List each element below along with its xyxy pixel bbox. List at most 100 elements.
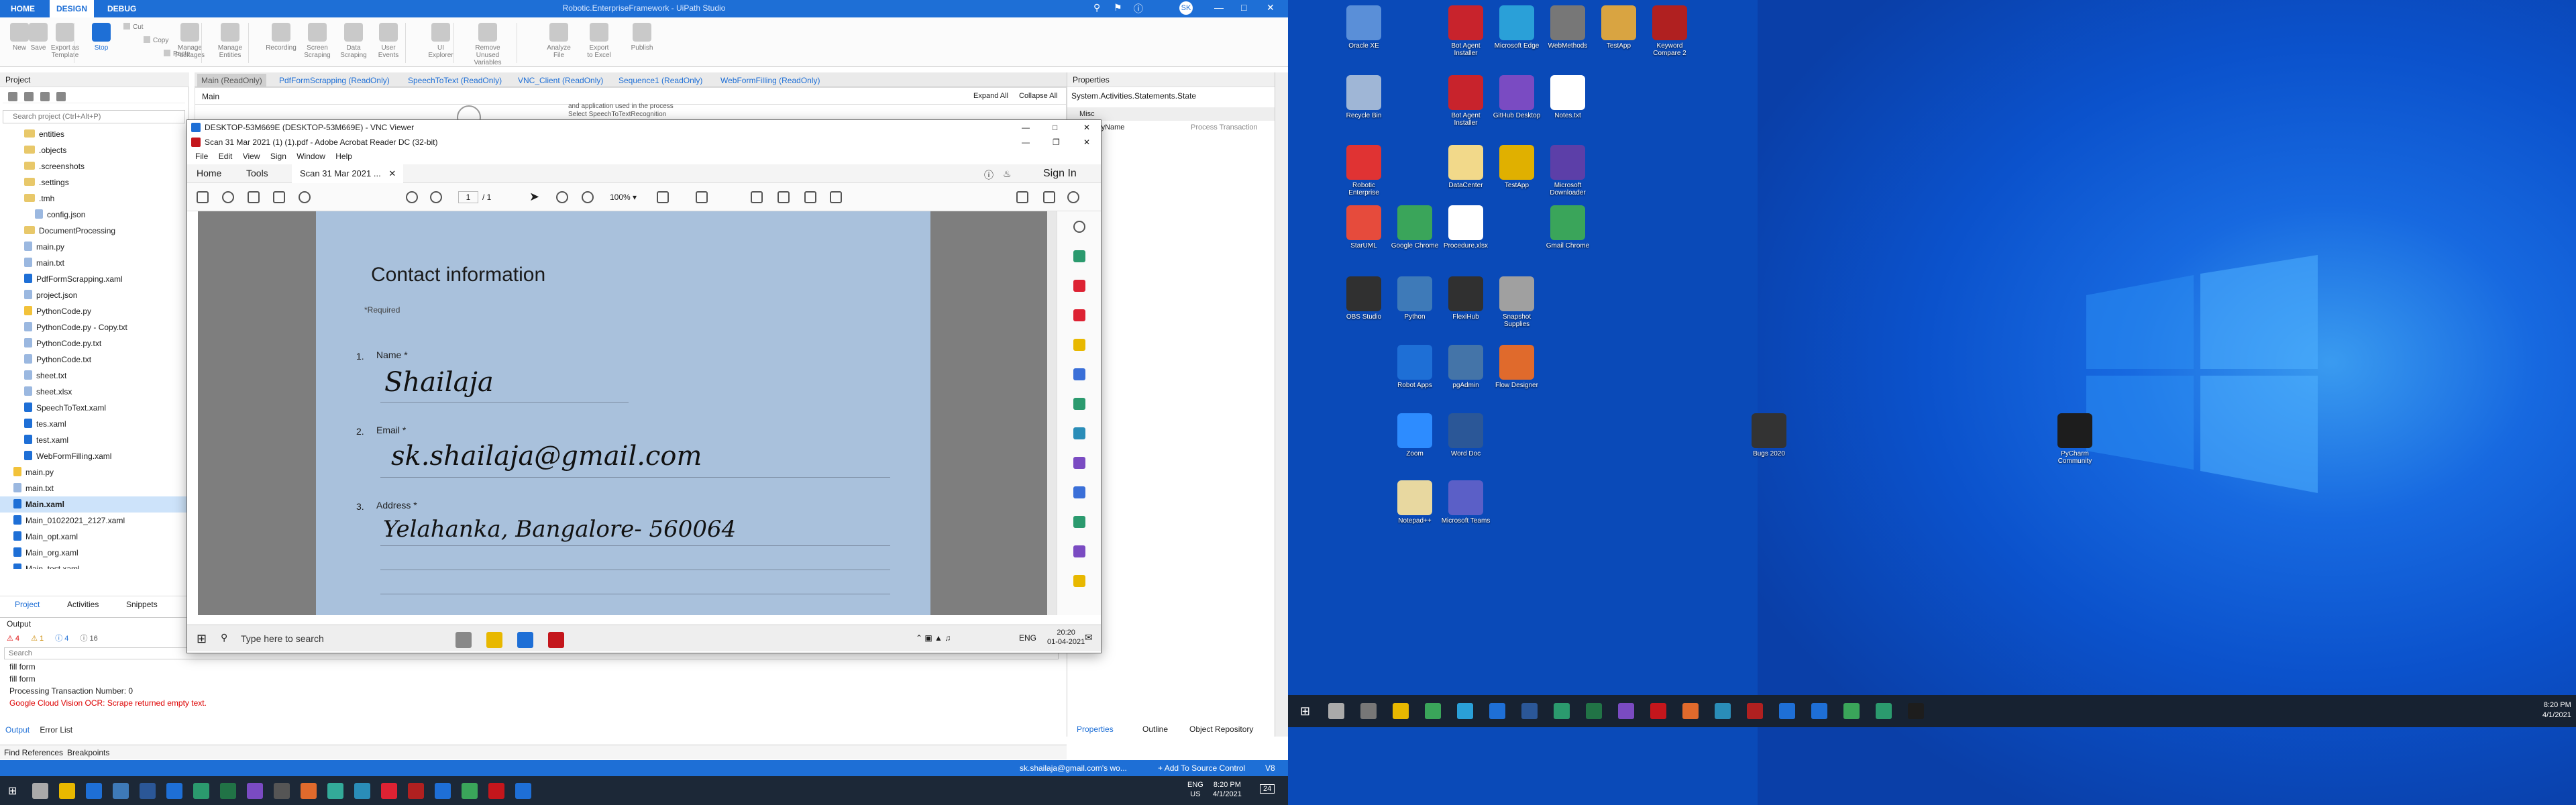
- desktop-icon[interactable]: Notepad++: [1390, 480, 1440, 525]
- export-pdf-icon[interactable]: [1073, 250, 1085, 262]
- ribbon-manage-button[interactable]: Manage Packages: [172, 23, 208, 59]
- taskbar-app-icon[interactable]: [140, 783, 156, 799]
- draw-icon[interactable]: [804, 191, 816, 203]
- desktop-icon[interactable]: Microsoft Teams: [1441, 480, 1491, 525]
- menu-edit[interactable]: Edit: [219, 152, 233, 161]
- ribbon-export-as-button[interactable]: Export as Template: [47, 23, 83, 59]
- comment-icon[interactable]: [751, 191, 763, 203]
- zoom-in-icon[interactable]: [582, 191, 594, 203]
- tab-snippets[interactable]: Snippets: [126, 600, 158, 609]
- vnc-close-button[interactable]: ✕: [1083, 120, 1090, 135]
- taskbar-app-icon[interactable]: [32, 783, 48, 799]
- side-rail[interactable]: [1275, 72, 1288, 737]
- taskbar-clock[interactable]: 8:20 PM 4/1/2021: [1213, 780, 1242, 799]
- highlight-icon[interactable]: [777, 191, 790, 203]
- desktop-icon[interactable]: TestApp: [1594, 5, 1644, 50]
- ribbon-recording-button[interactable]: Recording: [263, 23, 299, 52]
- tree-item[interactable]: main.txt: [0, 255, 188, 271]
- desktop-icon[interactable]: Python: [1390, 276, 1440, 321]
- tab-tools[interactable]: Tools: [246, 168, 268, 178]
- taskbar-app-icon[interactable]: [1908, 703, 1924, 719]
- tree-item[interactable]: .objects: [0, 142, 188, 158]
- help-icon[interactable]: ⓘ: [984, 168, 994, 182]
- doc-tab-pdfformscrapping[interactable]: PdfFormScrapping (ReadOnly): [275, 74, 394, 87]
- create-pdf-icon[interactable]: [1073, 280, 1085, 292]
- tree-item[interactable]: WebFormFilling.xaml: [0, 448, 188, 464]
- taskbar-app-icon[interactable]: [1618, 703, 1634, 719]
- tab-document[interactable]: Scan 31 Mar 2021 ... ✕: [292, 164, 403, 183]
- taskbar-app-icon[interactable]: [1876, 703, 1892, 719]
- info-count[interactable]: ⓘ 4: [55, 635, 68, 643]
- acrobat-close-button[interactable]: ✕: [1083, 135, 1090, 150]
- taskbar-lang[interactable]: ENG: [1019, 633, 1036, 643]
- collapse-icon[interactable]: [8, 92, 17, 101]
- save-icon[interactable]: [197, 191, 209, 203]
- acrobat-minimize-button[interactable]: —: [1022, 135, 1030, 150]
- notification-icon[interactable]: ✉: [1085, 632, 1093, 643]
- taskbar-app-icon[interactable]: [354, 783, 370, 799]
- account-status[interactable]: sk.shailaja@gmail.com's wo...: [1020, 760, 1127, 776]
- ribbon-publish-button[interactable]: Publish: [624, 23, 660, 52]
- tab-breakpoints[interactable]: Breakpoints: [67, 748, 109, 757]
- menu-view[interactable]: View: [243, 152, 260, 161]
- close-tab-icon[interactable]: ✕: [388, 168, 396, 178]
- close-button[interactable]: ✕: [1267, 2, 1275, 13]
- tab-object-repository[interactable]: Object Repository: [1189, 724, 1253, 734]
- desktop-icon[interactable]: Bot Agent Installer: [1441, 5, 1491, 57]
- avatar[interactable]: SK: [1179, 1, 1193, 15]
- combine-icon[interactable]: [1073, 368, 1085, 380]
- scan-icon[interactable]: [1073, 427, 1085, 439]
- tree-item[interactable]: Main_01022021_2127.xaml: [0, 513, 188, 529]
- share-icon[interactable]: [1067, 191, 1079, 203]
- ribbon-cut-button[interactable]: Cut: [123, 23, 157, 31]
- taskbar-app-icon[interactable]: [1425, 703, 1441, 719]
- doc-tab-main[interactable]: Main (ReadOnly): [197, 74, 266, 87]
- taskbar-app-icon[interactable]: [220, 783, 236, 799]
- desktop-icon[interactable]: Microsoft Downloader: [1543, 145, 1593, 197]
- desktop-icon[interactable]: Zoom: [1390, 413, 1440, 458]
- tree-item[interactable]: main.py: [0, 464, 188, 480]
- taskbar-app-icon[interactable]: [1521, 703, 1538, 719]
- fit-page-icon[interactable]: [657, 191, 669, 203]
- ribbon-analyze-button[interactable]: Analyze File: [541, 23, 577, 59]
- pdf-scrollbar[interactable]: [1047, 211, 1057, 615]
- page-input[interactable]: 1: [458, 191, 478, 203]
- taskbar-app-icon[interactable]: [1457, 703, 1473, 719]
- tree-item[interactable]: .tmh: [0, 191, 188, 207]
- tree-item[interactable]: Main_org.xaml: [0, 545, 188, 561]
- mail-icon[interactable]: [1043, 191, 1055, 203]
- ribbon-remove-unused-button[interactable]: Remove Unused Variables: [470, 23, 506, 66]
- doc-tab-sequence1[interactable]: Sequence1 (ReadOnly): [614, 74, 706, 87]
- tab-find-references[interactable]: Find References: [4, 748, 63, 757]
- comment-tool-icon[interactable]: [1073, 339, 1085, 351]
- trace-count[interactable]: ⓘ 16: [80, 635, 97, 643]
- collapse-all-button[interactable]: Collapse All: [1019, 92, 1057, 100]
- edit-pdf-icon[interactable]: [1073, 309, 1085, 321]
- stamp-icon[interactable]: [1073, 575, 1085, 587]
- tree-item[interactable]: DocumentProcessing: [0, 223, 188, 239]
- taskbar-app-icon[interactable]: [1811, 703, 1827, 719]
- tab-activities[interactable]: Activities: [67, 600, 99, 609]
- desktop-icon[interactable]: Procedure.xlsx: [1441, 205, 1491, 250]
- protect-icon[interactable]: [1073, 486, 1085, 498]
- warning-count[interactable]: ⚠ 1: [31, 635, 44, 643]
- desktop-icon[interactable]: Recycle Bin: [1339, 75, 1389, 119]
- sign-in-button[interactable]: Sign In: [1043, 168, 1077, 180]
- task-view-icon[interactable]: [455, 632, 472, 648]
- taskbar-app-icon[interactable]: [515, 783, 531, 799]
- help-icon[interactable]: ⓘ: [1134, 2, 1143, 15]
- tree-item[interactable]: PythonCode.txt: [0, 352, 188, 368]
- taskbar-search-input[interactable]: Type here to search: [241, 633, 324, 644]
- taskbar-app-icon[interactable]: [1328, 703, 1344, 719]
- minimize-button[interactable]: —: [1214, 2, 1224, 13]
- ribbon-export-button[interactable]: Export to Excel: [581, 23, 617, 59]
- tree-item[interactable]: project.json: [0, 287, 188, 303]
- taskbar-app-icon[interactable]: [408, 783, 424, 799]
- tab-error-list[interactable]: Error List: [40, 725, 72, 735]
- taskbar-clock[interactable]: 8:20 PM 4/1/2021: [2542, 700, 2571, 720]
- notifications-icon[interactable]: ⚑: [1114, 2, 1122, 13]
- taskbar-app-icon[interactable]: [59, 783, 75, 799]
- taskbar-app-icon[interactable]: [1747, 703, 1763, 719]
- desktop-icon[interactable]: Google Chrome: [1390, 205, 1440, 250]
- tray-icons[interactable]: ⌃ ▣ ▲ ♫: [916, 633, 951, 643]
